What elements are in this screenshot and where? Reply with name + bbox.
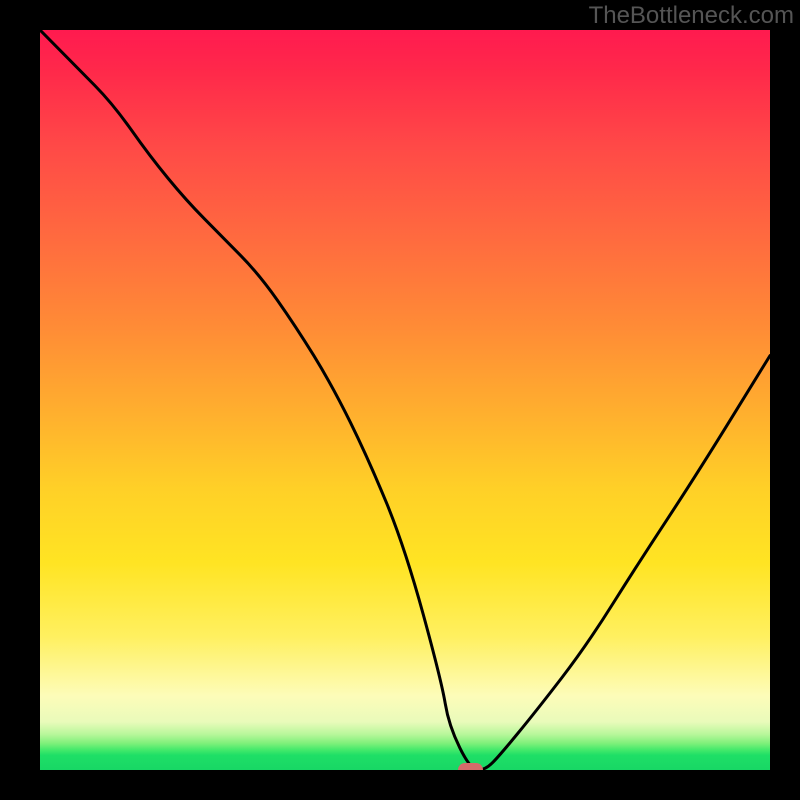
optimal-marker bbox=[458, 763, 484, 770]
curve-path bbox=[40, 30, 770, 770]
watermark-text: TheBottleneck.com bbox=[589, 2, 794, 30]
plot-area bbox=[40, 30, 770, 770]
bottleneck-curve bbox=[40, 30, 770, 770]
chart-frame: TheBottleneck.com bbox=[0, 0, 800, 800]
